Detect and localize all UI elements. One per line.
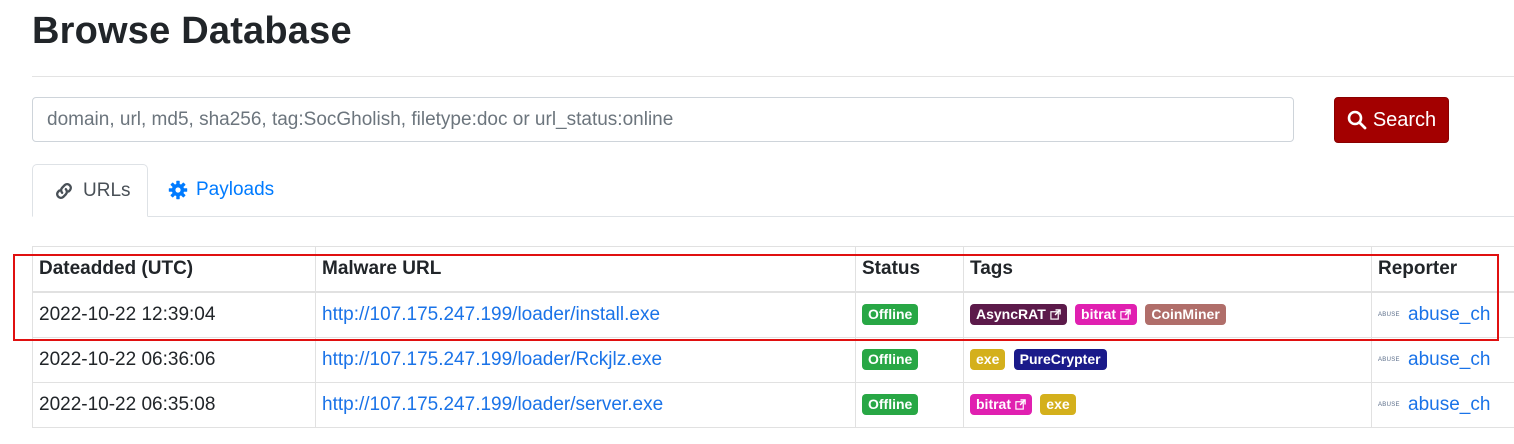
- tags-cell: AsyncRAT bitrat CoinMiner: [963, 291, 1372, 338]
- table-row: 2022-10-22 06:35:08 http://107.175.247.1…: [32, 382, 1514, 428]
- status-badge: Offline: [862, 349, 919, 371]
- reporter-cell: ABUSE abuse_ch: [1371, 337, 1514, 383]
- date-cell: 2022-10-22 06:35:08: [32, 382, 316, 428]
- tab-payloads[interactable]: Payloads: [168, 164, 274, 216]
- reporter-link[interactable]: abuse_ch: [1408, 349, 1490, 370]
- table-row: 2022-10-22 06:36:06 http://107.175.247.1…: [32, 337, 1514, 383]
- abuse-logo-icon: ABUSE: [1378, 356, 1400, 363]
- table-row: 2022-10-22 12:39:04 http://107.175.247.1…: [32, 291, 1514, 338]
- abuse-logo-icon: ABUSE: [1378, 311, 1400, 318]
- search-icon: [1347, 110, 1367, 130]
- abuse-logo-icon: ABUSE: [1378, 401, 1400, 408]
- date-cell: 2022-10-22 06:36:06: [32, 337, 316, 383]
- tag-badge[interactable]: exe: [1040, 394, 1076, 416]
- link-icon: [56, 182, 72, 199]
- date-cell: 2022-10-22 12:39:04: [32, 291, 316, 338]
- reporter-cell: ABUSE abuse_ch: [1371, 291, 1514, 338]
- status-cell: Offline: [855, 337, 964, 383]
- url-cell: http://107.175.247.199/loader/server.exe: [315, 382, 856, 428]
- search-button-label: Search: [1372, 108, 1437, 131]
- url-cell: http://107.175.247.199/loader/install.ex…: [315, 291, 856, 338]
- col-header-date[interactable]: Dateadded (UTC): [32, 246, 316, 293]
- reporter-link[interactable]: abuse_ch: [1408, 394, 1490, 415]
- results-table: Dateadded (UTC) Malware URL Status Tags …: [32, 246, 1514, 428]
- malware-url-link[interactable]: http://107.175.247.199/loader/install.ex…: [322, 304, 660, 325]
- col-header-status[interactable]: Status: [855, 246, 964, 293]
- tag-badge[interactable]: PureCrypter: [1013, 349, 1107, 371]
- status-badge: Offline: [862, 394, 919, 416]
- tag-badge[interactable]: AsyncRAT: [970, 304, 1067, 326]
- col-header-url[interactable]: Malware URL: [315, 246, 856, 293]
- page-title: Browse Database: [32, 10, 352, 52]
- col-header-tags[interactable]: Tags: [963, 246, 1372, 293]
- reporter-cell: ABUSE abuse_ch: [1371, 382, 1514, 428]
- url-cell: http://107.175.247.199/loader/Rckjlz.exe: [315, 337, 856, 383]
- tag-badge[interactable]: bitrat: [970, 394, 1032, 416]
- tag-badge[interactable]: exe: [970, 349, 1006, 371]
- tag-badge[interactable]: bitrat: [1075, 304, 1138, 326]
- search-input[interactable]: [32, 97, 1294, 142]
- external-link-icon: [1015, 399, 1026, 411]
- external-link-icon: [1050, 309, 1061, 321]
- col-header-reporter[interactable]: Reporter: [1371, 246, 1514, 293]
- malware-url-link[interactable]: http://107.175.247.199/loader/Rckjlz.exe: [322, 349, 662, 370]
- table-header-row: Dateadded (UTC) Malware URL Status Tags …: [32, 246, 1514, 293]
- divider: [32, 76, 1514, 77]
- tags-cell: exe PureCrypter: [963, 337, 1372, 383]
- search-button[interactable]: Search: [1334, 97, 1449, 143]
- tab-payloads-label: Payloads: [196, 179, 275, 200]
- gear-icon: [168, 180, 188, 200]
- status-cell: Offline: [855, 291, 964, 338]
- tab-bar: URLs Payloads: [32, 164, 1514, 217]
- malware-url-link[interactable]: http://107.175.247.199/loader/server.exe: [322, 394, 663, 415]
- reporter-link[interactable]: abuse_ch: [1408, 304, 1490, 325]
- status-badge: Offline: [862, 304, 919, 326]
- external-link-icon: [1120, 309, 1131, 321]
- tag-badge[interactable]: CoinMiner: [1145, 304, 1226, 326]
- status-cell: Offline: [855, 382, 964, 428]
- tags-cell: bitrat exe: [963, 382, 1372, 428]
- tab-urls-label: URLs: [83, 179, 131, 201]
- tab-urls[interactable]: URLs: [32, 164, 148, 217]
